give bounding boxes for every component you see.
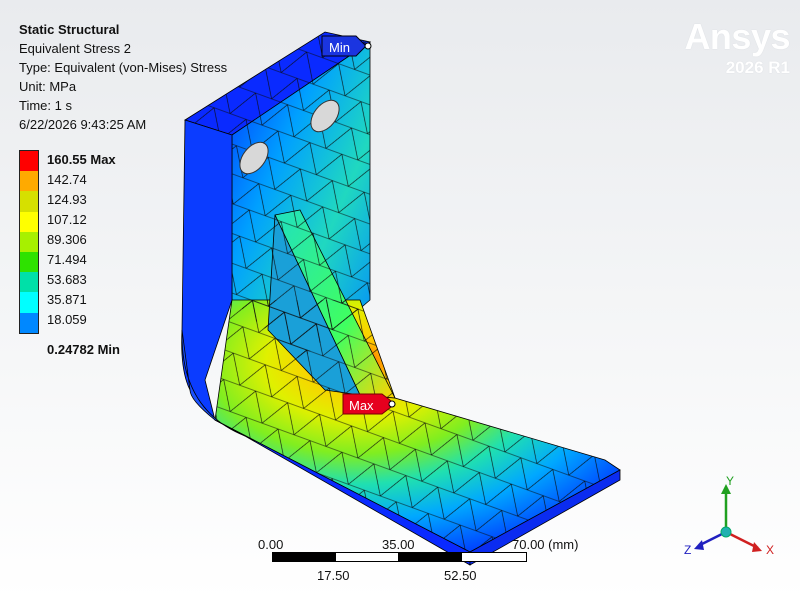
z-arrow-head bbox=[694, 540, 704, 550]
scale-segment bbox=[335, 552, 399, 562]
max-probe-label: Max bbox=[349, 398, 374, 413]
scale-tick-label: 52.50 bbox=[444, 568, 477, 583]
scale-tick-label: 17.50 bbox=[317, 568, 350, 583]
x-axis-label: X bbox=[766, 543, 775, 557]
scale-tick-label: 70.00 (mm) bbox=[512, 537, 579, 552]
scale-bar: 0.00 35.00 70.00 (mm) 17.50 52.50 bbox=[258, 537, 578, 587]
scale-segment bbox=[461, 552, 527, 562]
min-probe-label: Min bbox=[329, 40, 350, 55]
scale-tick-label: 0.00 bbox=[258, 537, 284, 552]
min-probe-point bbox=[364, 42, 372, 50]
triad-origin bbox=[720, 526, 732, 538]
scale-segment bbox=[272, 552, 336, 562]
z-axis-label: Z bbox=[684, 543, 692, 557]
axis-triad[interactable]: Y X Z bbox=[680, 470, 790, 570]
y-axis-label: Y bbox=[726, 474, 735, 488]
x-arrow-head bbox=[752, 542, 762, 552]
scale-segment bbox=[398, 552, 462, 562]
scale-tick-label: 35.00 bbox=[382, 537, 415, 552]
max-probe-point bbox=[388, 400, 396, 408]
